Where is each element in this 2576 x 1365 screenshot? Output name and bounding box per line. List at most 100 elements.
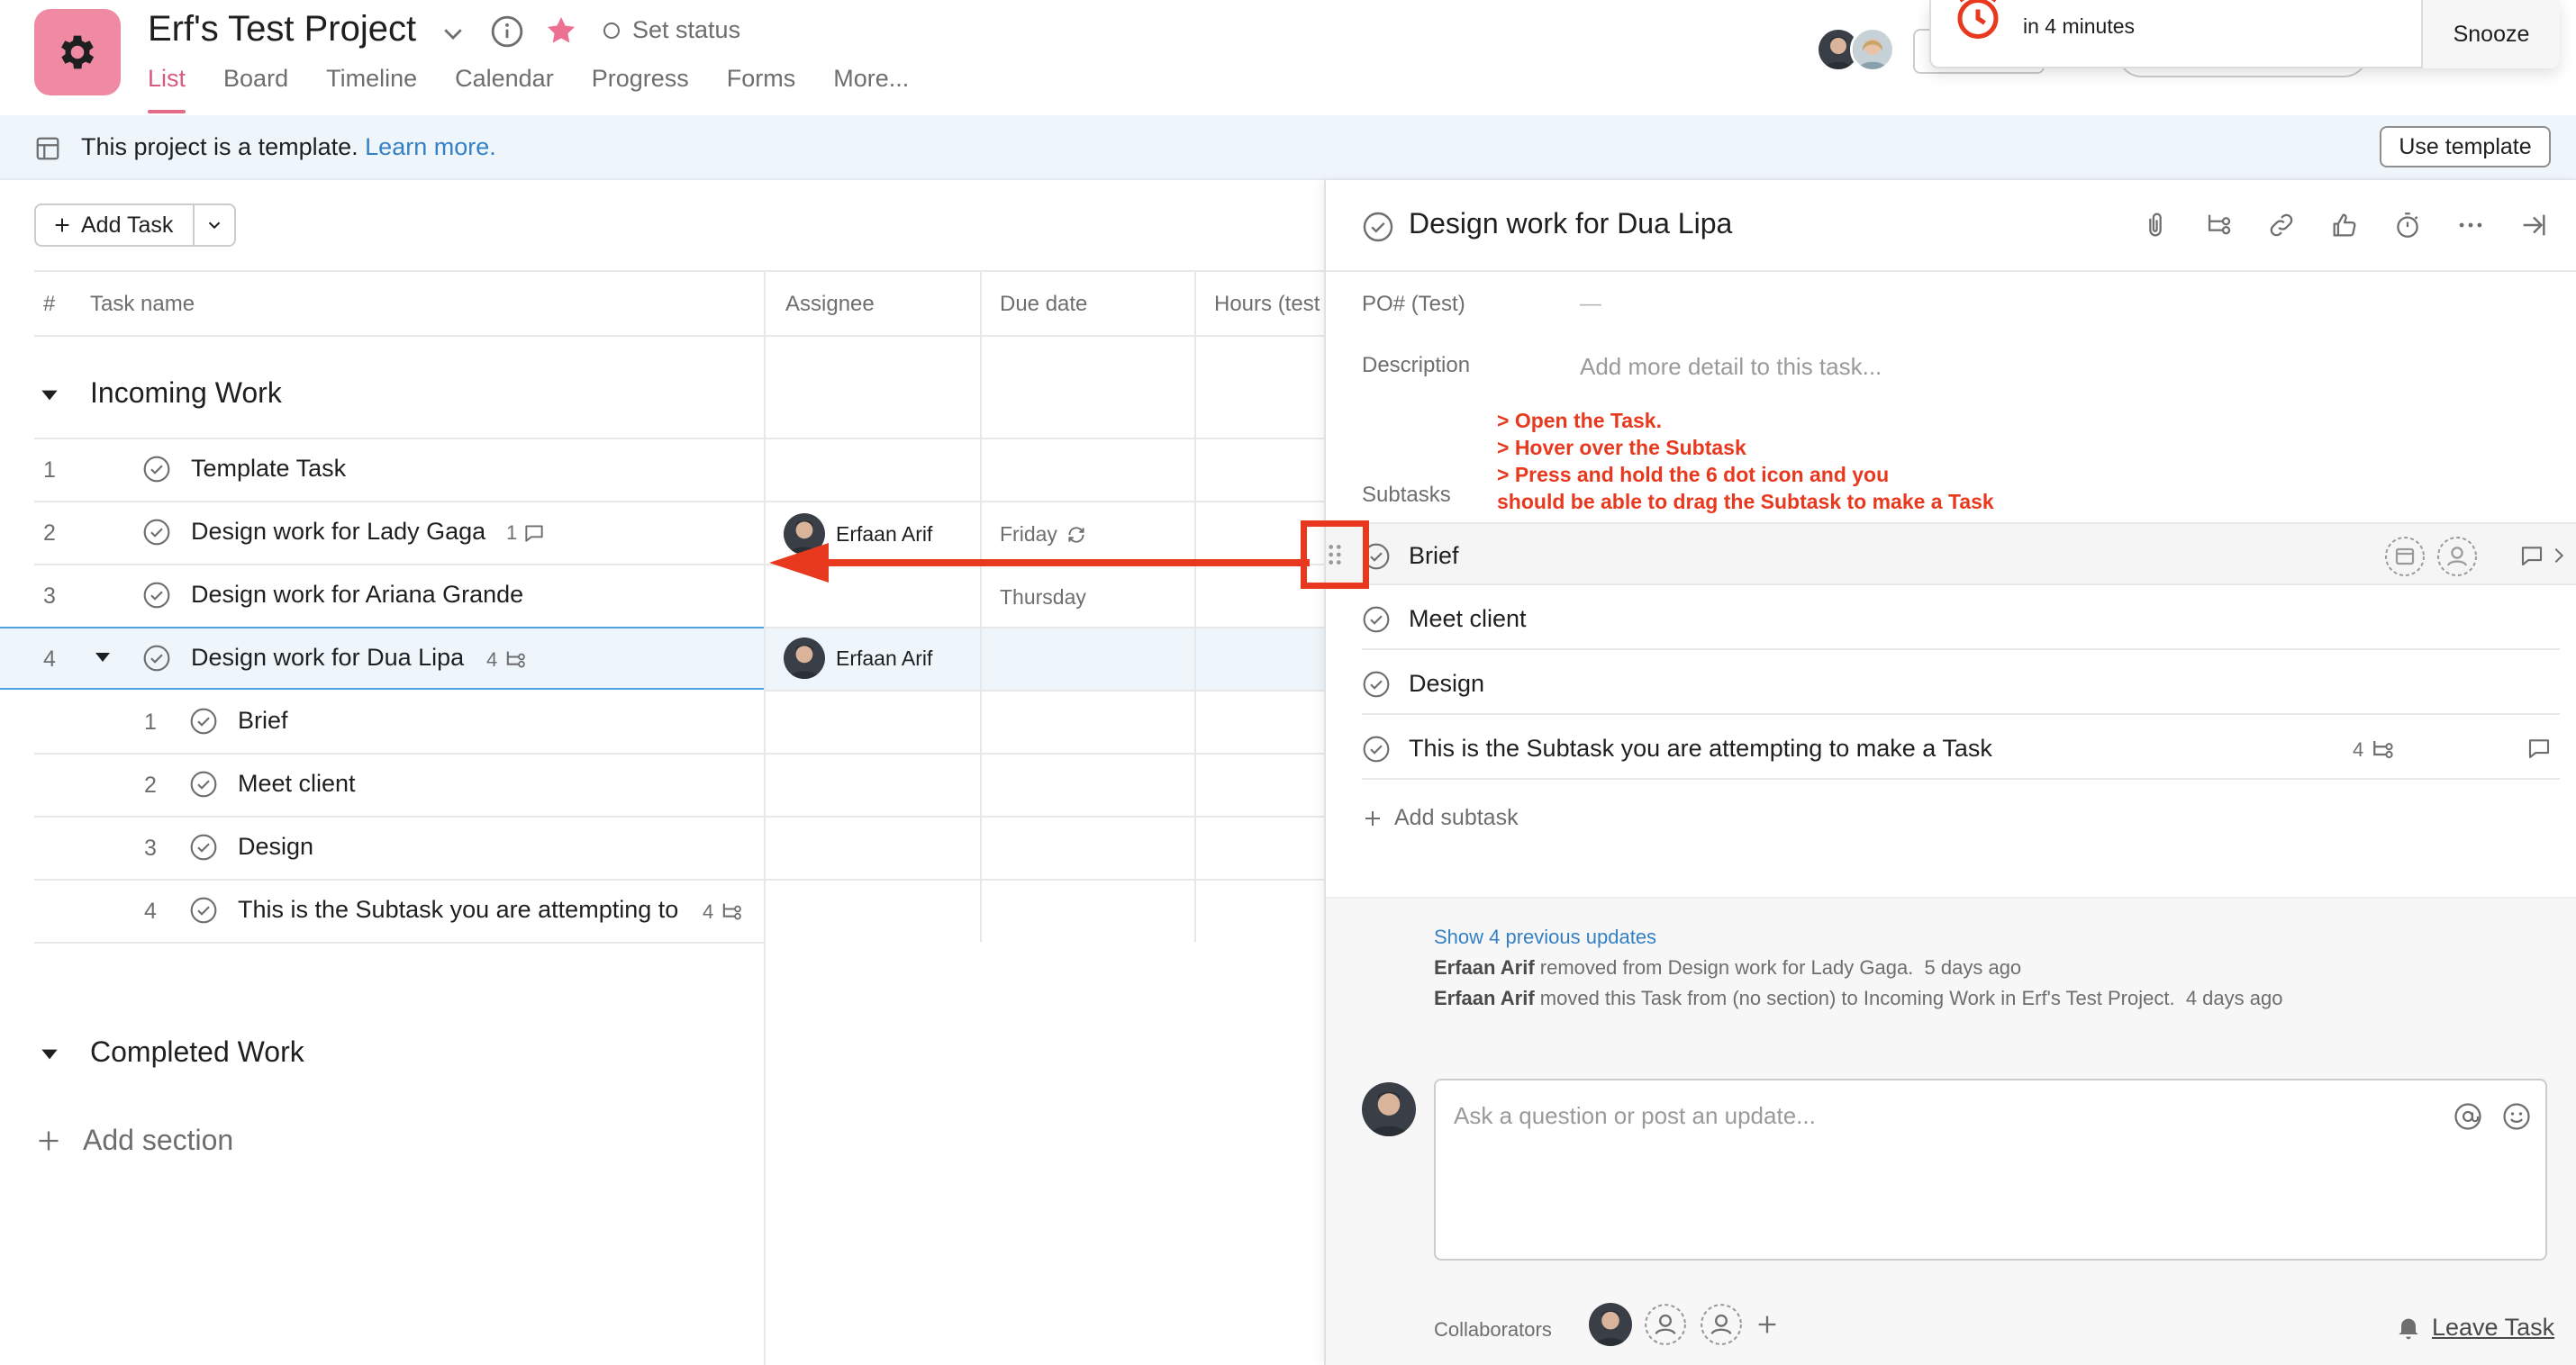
task-name[interactable]: Design work for Dua Lipa (191, 644, 464, 672)
po-field-value[interactable]: — (1580, 292, 1601, 317)
chevron-right-icon[interactable] (2549, 544, 2569, 567)
tab-forms[interactable]: Forms (727, 65, 796, 113)
complete-check-icon[interactable] (1362, 735, 1391, 764)
tab-progress[interactable]: Progress (592, 65, 689, 113)
comment-icon[interactable] (2524, 735, 2554, 762)
chevron-down-icon[interactable] (195, 205, 234, 245)
complete-check-icon[interactable] (142, 644, 171, 673)
assignee-cell[interactable]: Erfaan Arif (784, 637, 932, 679)
info-icon[interactable] (490, 14, 524, 49)
detail-header: Design work for Dua Lipa (1326, 180, 2576, 272)
subtask-name[interactable]: Design (1409, 670, 1484, 698)
close-pane-icon[interactable] (2502, 205, 2565, 245)
subtask-name[interactable]: Brief (238, 707, 288, 735)
comment-icon[interactable] (2517, 542, 2547, 569)
subtask-name[interactable]: Brief (1409, 542, 1459, 570)
emoji-icon[interactable] (2500, 1100, 2533, 1133)
link-icon[interactable] (2250, 205, 2313, 245)
comment-count[interactable]: 1 (506, 521, 546, 545)
subtask-row[interactable]: Brief (1326, 522, 2576, 585)
add-collaborator-icon[interactable] (1699, 1302, 1744, 1347)
subtask-name[interactable]: Meet client (1409, 605, 1527, 633)
divider (34, 438, 1324, 439)
subtask-row[interactable]: Design (1362, 652, 2560, 715)
task-name[interactable]: Design work for Ariana Grande (191, 581, 523, 609)
complete-check-icon[interactable] (189, 707, 218, 736)
drag-handle-icon[interactable] (1301, 520, 1369, 589)
subtask-name[interactable]: Meet client (238, 770, 356, 798)
task-name[interactable]: Design work for Lady Gaga (191, 518, 485, 546)
set-status-button[interactable]: Set status (632, 16, 740, 44)
column-header-hours[interactable]: Hours (test (1214, 292, 1320, 317)
subtask-name[interactable]: Design (238, 833, 313, 861)
assignee-picker-icon[interactable] (2435, 535, 2479, 578)
detail-task-title[interactable]: Design work for Dua Lipa (1409, 207, 1732, 240)
learn-more-link[interactable]: Learn more. (365, 133, 496, 160)
section-title-completed[interactable]: Completed Work (90, 1035, 304, 1069)
like-icon[interactable] (2313, 205, 2376, 245)
caret-down-icon[interactable] (38, 1043, 61, 1066)
add-task-button[interactable]: Add Task (34, 203, 236, 247)
divider (34, 753, 1324, 755)
status-circle-icon[interactable] (603, 23, 620, 39)
tab-list[interactable]: List (148, 65, 186, 113)
tab-more[interactable]: More... (833, 65, 909, 113)
complete-check-icon[interactable] (189, 770, 218, 799)
description-field[interactable]: Add more detail to this task... (1580, 353, 1882, 381)
subtask-row[interactable]: Meet client (1362, 587, 2560, 650)
complete-check-icon[interactable] (1362, 605, 1391, 634)
complete-check-icon[interactable] (1362, 670, 1391, 699)
timer-icon[interactable] (2376, 205, 2439, 245)
avatar[interactable] (1589, 1303, 1632, 1346)
plus-icon[interactable] (1755, 1312, 1780, 1337)
row-number: 2 (144, 773, 157, 798)
subtask-icon (2373, 741, 2393, 759)
show-previous-updates-link[interactable]: Show 4 previous updates (1434, 926, 1656, 949)
complete-check-icon[interactable] (142, 581, 171, 610)
snooze-button[interactable]: Snooze (2423, 0, 2560, 68)
complete-check-icon[interactable] (142, 518, 171, 547)
subtask-name[interactable]: This is the Subtask you are attempting t… (1409, 735, 1992, 763)
complete-check-icon[interactable] (189, 833, 218, 862)
leave-task-button[interactable]: Leave Task (2394, 1313, 2554, 1342)
tab-board[interactable]: Board (223, 65, 288, 113)
tab-calendar[interactable]: Calendar (455, 65, 554, 113)
more-options-icon[interactable] (2439, 205, 2502, 245)
tab-timeline[interactable]: Timeline (326, 65, 417, 113)
chevron-down-icon[interactable] (440, 20, 467, 47)
mention-icon[interactable] (2452, 1100, 2484, 1133)
reminder-time: in 4 minutes (2023, 14, 2136, 38)
row-number: 3 (43, 583, 56, 609)
project-gear-icon[interactable] (34, 9, 121, 95)
subtask-icon[interactable] (2187, 205, 2250, 245)
due-date-picker-icon[interactable] (2383, 535, 2426, 578)
add-collaborator-icon[interactable] (1643, 1302, 1688, 1347)
add-task-main[interactable]: Add Task (36, 205, 195, 245)
column-header-task-name[interactable]: Task name (90, 292, 195, 317)
use-template-button[interactable]: Use template (2380, 126, 2551, 167)
subtask-count[interactable]: 4 (703, 899, 744, 925)
column-header-assignee[interactable]: Assignee (785, 292, 875, 317)
comment-input[interactable] (1454, 1102, 2444, 1130)
add-subtask-button[interactable]: Add subtask (1362, 805, 1519, 831)
attachment-icon[interactable] (2124, 205, 2187, 245)
subtask-count[interactable]: 4 (2353, 737, 2396, 764)
complete-check-icon[interactable] (1362, 211, 1394, 243)
complete-check-icon[interactable] (142, 455, 171, 484)
subtask-count[interactable]: 4 (486, 647, 528, 673)
project-members[interactable] (1816, 27, 1895, 72)
template-icon (34, 135, 61, 162)
column-header-due-date[interactable]: Due date (1000, 292, 1087, 317)
caret-down-icon[interactable] (92, 646, 113, 668)
add-section-button[interactable]: Add section (36, 1124, 233, 1157)
caret-down-icon[interactable] (38, 384, 61, 407)
star-icon[interactable] (544, 14, 578, 48)
due-date-cell[interactable]: Thursday (1000, 585, 1086, 610)
subtask-row[interactable]: This is the Subtask you are attempting t… (1362, 717, 2560, 780)
task-name[interactable]: Template Task (191, 455, 346, 483)
complete-check-icon[interactable] (189, 896, 218, 925)
template-banner: This project is a template. Learn more. … (0, 115, 2576, 180)
subtask-name[interactable]: This is the Subtask you are attempting t… (238, 896, 678, 924)
section-title-incoming[interactable]: Incoming Work (90, 376, 282, 410)
comment-composer[interactable] (1434, 1079, 2547, 1261)
